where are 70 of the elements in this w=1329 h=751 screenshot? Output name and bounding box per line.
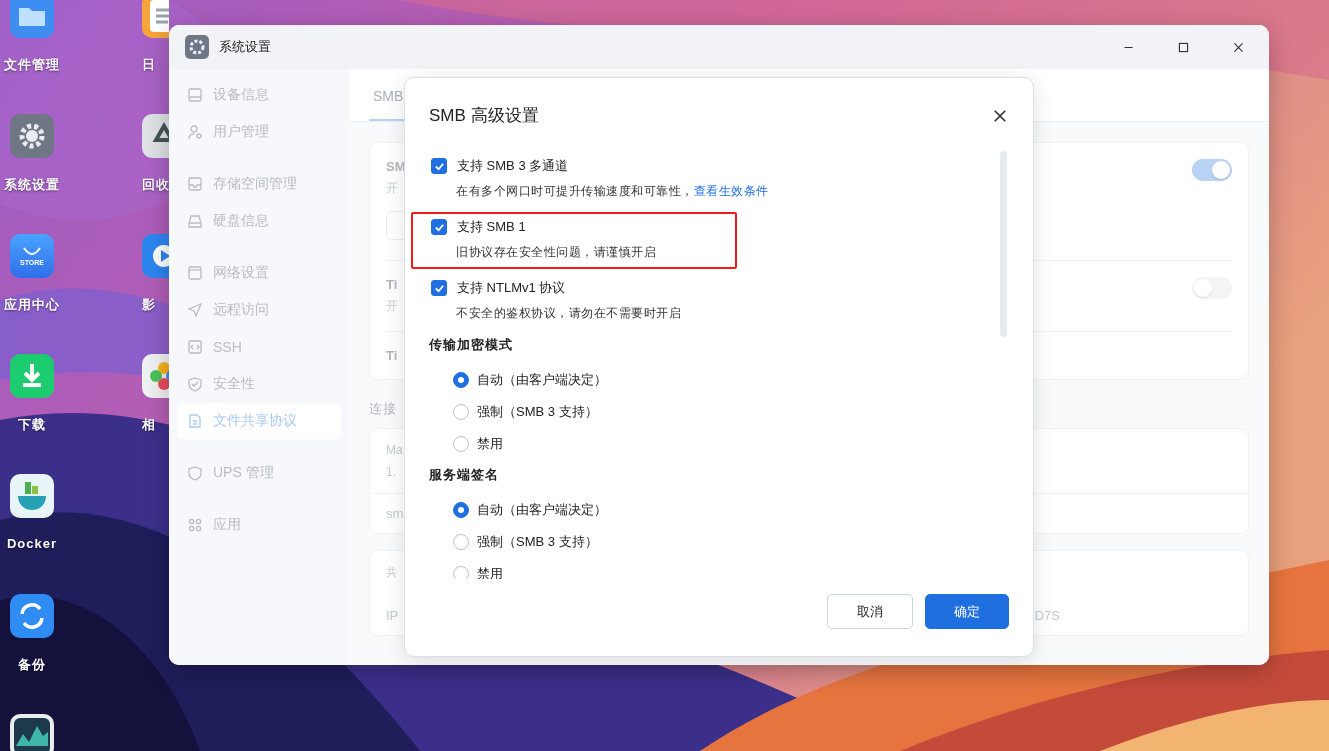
checkbox[interactable] — [431, 219, 447, 235]
chart-icon[interactable] — [10, 714, 54, 751]
radio-label[interactable]: 自动（由客户端决定） — [477, 371, 607, 389]
scrollbar[interactable] — [1000, 151, 1007, 337]
check-icon — [433, 282, 445, 294]
flower-icon[interactable] — [142, 354, 169, 398]
tray-icon — [187, 176, 203, 192]
radio-label[interactable]: 禁用 — [477, 565, 503, 579]
folder-icon[interactable] — [10, 0, 54, 38]
conditions-link[interactable]: 查看生效条件 — [693, 184, 769, 198]
sync-icon[interactable] — [10, 594, 54, 638]
option-description: 旧协议存在安全性问题，请谨慎开启 — [456, 245, 656, 259]
desktop-icon-label[interactable]: 影 — [142, 296, 156, 314]
radio-label[interactable]: 自动（由客户端决定） — [477, 501, 607, 519]
section-title: 传输加密模式 — [429, 336, 514, 354]
desktop-icon-label[interactable]: 下载 — [18, 416, 46, 434]
whale-icon[interactable] — [10, 474, 54, 518]
desktop-icon-label[interactable]: 日 — [142, 56, 156, 74]
radio-button[interactable] — [453, 372, 469, 388]
section-title: 连接 — [369, 400, 397, 418]
connection-text: 1. — [386, 465, 396, 479]
setting-title: Ti — [386, 348, 398, 363]
section-title: 服务端签名 — [429, 466, 500, 484]
shield-icon — [187, 465, 203, 481]
radio-label[interactable]: 禁用 — [477, 435, 503, 453]
grid-icon — [187, 517, 203, 533]
user-icon — [187, 124, 203, 140]
desktop-icon-label[interactable]: 相 — [142, 416, 156, 434]
radio-label[interactable]: 强制（SMB 3 支持） — [477, 533, 598, 551]
document-icon — [187, 413, 203, 429]
checkbox[interactable] — [431, 280, 447, 296]
option-description: 在有多个网口时可提升传输速度和可靠性， — [456, 184, 694, 198]
code-icon — [187, 339, 203, 355]
cancel-button[interactable]: 取消 — [827, 594, 913, 629]
window-title: 系统设置 — [219, 38, 272, 56]
confirm-button[interactable]: 确定 — [925, 594, 1009, 629]
radio-button[interactable] — [453, 502, 469, 518]
check-icon — [433, 160, 445, 172]
checkbox[interactable] — [431, 158, 447, 174]
radio-label[interactable]: 强制（SMB 3 支持） — [477, 403, 598, 421]
field-value: D7S — [1034, 608, 1060, 623]
dialog-title: SMB 高级设置 — [429, 105, 539, 127]
checkbox-label[interactable]: 支持 NTLMv1 协议 — [457, 279, 566, 297]
shield-icon — [187, 376, 203, 392]
maximize-icon[interactable] — [1177, 40, 1190, 54]
smile-icon — [22, 246, 42, 257]
notes-icon[interactable] — [142, 0, 169, 38]
drive-icon — [187, 87, 203, 103]
desktop-icon-label[interactable]: 系统设置 — [4, 176, 60, 194]
desktop-icon-label[interactable]: 文件管理 — [4, 56, 60, 74]
close-icon[interactable] — [1232, 40, 1245, 54]
gear-icon — [185, 35, 209, 59]
checkbox-label[interactable]: 支持 SMB 3 多通道 — [457, 157, 569, 175]
toggle-switch[interactable] — [1192, 277, 1232, 299]
desktop-icon-label[interactable]: 备份 — [18, 656, 46, 674]
check-icon — [433, 221, 445, 233]
connection-text: Ma — [386, 443, 403, 457]
desktop-icon-label[interactable]: Docker — [6, 536, 58, 551]
gear-icon[interactable] — [10, 114, 54, 158]
window-icon — [187, 265, 203, 281]
option-description: 不安全的鉴权协议，请勿在不需要时开启 — [456, 306, 681, 320]
play-icon[interactable] — [142, 234, 169, 278]
checkbox-label[interactable]: 支持 SMB 1 — [457, 218, 526, 236]
send-icon — [187, 302, 203, 318]
toggle-switch[interactable] — [1192, 159, 1232, 181]
download-icon[interactable] — [10, 354, 54, 398]
desktop-icon-label[interactable]: 应用中心 — [4, 296, 60, 314]
close-icon[interactable] — [993, 108, 1007, 123]
field-label: IP — [386, 608, 399, 623]
setting-title: Ti — [386, 277, 398, 292]
